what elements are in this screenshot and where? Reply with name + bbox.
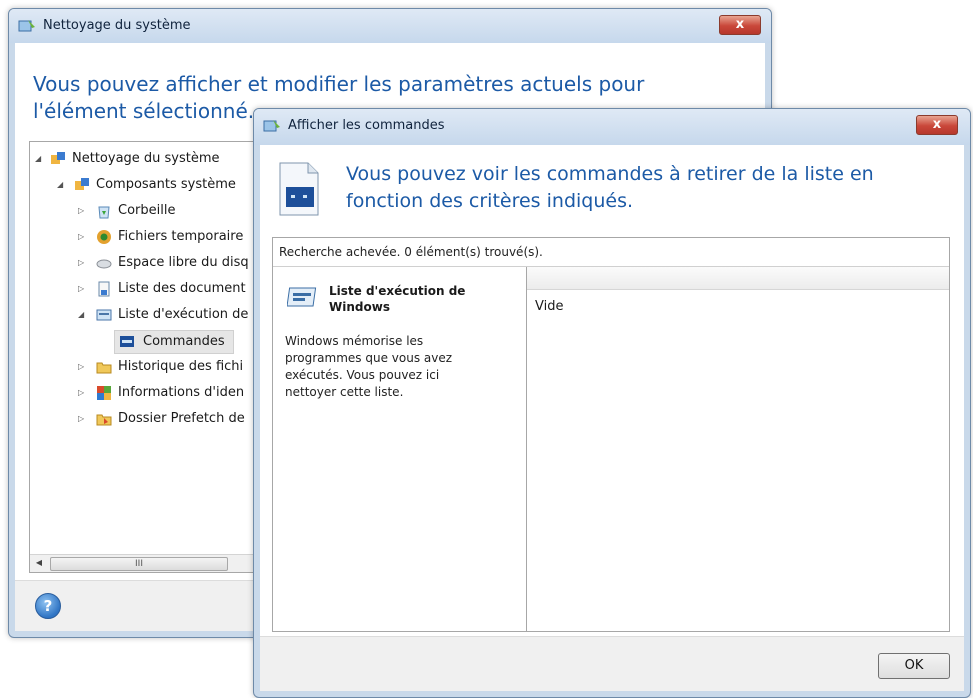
recycle-bin-icon — [98, 206, 110, 219]
window-title: Nettoyage du système — [43, 18, 191, 33]
tree-item-run-list[interactable]: ◢ Liste d'exécution de — [30, 304, 258, 326]
commands-document-icon — [279, 162, 319, 216]
tree-item-label: Historique des fichi — [118, 359, 244, 374]
collapsed-arrow-icon[interactable]: ▷ — [78, 232, 88, 242]
components-icon — [75, 178, 89, 190]
run-list-icon — [287, 287, 317, 307]
collapsed-arrow-icon[interactable]: ▷ — [78, 206, 88, 216]
tree-item-label: Commandes — [143, 334, 225, 349]
close-button[interactable]: x — [719, 15, 761, 35]
section-info-pane: Liste d'exécution de Windows Windows mém… — [273, 267, 525, 631]
tree-item-file-history[interactable]: ▷ Historique des fichi — [30, 356, 258, 378]
cleanup-icon — [51, 152, 65, 164]
tree-item-label: Informations d'iden — [118, 385, 245, 400]
disk-icon — [96, 259, 112, 269]
tree-item-system-cleanup[interactable]: ◢ Nettoyage du système — [30, 148, 258, 170]
identity-icon — [97, 386, 111, 400]
cleanup-icon — [18, 20, 35, 32]
collapsed-arrow-icon[interactable]: ▷ — [78, 362, 88, 372]
expanded-arrow-icon[interactable]: ◢ — [78, 310, 88, 320]
tree-item-label: Espace libre du disq — [118, 255, 249, 270]
run-list-icon — [96, 309, 112, 321]
tree-item-label: Fichiers temporaire — [118, 229, 244, 244]
commands-icon — [120, 336, 134, 347]
results-panel: Recherche achevée. 0 élément(s) trouvé(s… — [272, 237, 950, 632]
tree-item-label: Composants système — [96, 177, 236, 192]
tree-item-label: Liste d'exécution de — [118, 307, 249, 322]
title-bar[interactable]: Afficher les commandes x — [254, 109, 970, 145]
expanded-arrow-icon[interactable]: ◢ — [57, 180, 67, 190]
search-status: Recherche achevée. 0 élément(s) trouvé(s… — [279, 245, 543, 259]
cleanup-icon — [263, 120, 280, 132]
title-bar[interactable]: Nettoyage du système x — [9, 9, 771, 43]
scroll-thumb[interactable]: III — [50, 557, 228, 571]
collapsed-arrow-icon[interactable]: ▷ — [78, 284, 88, 294]
tree-item-documents-list[interactable]: ▷ Liste des document — [30, 278, 258, 300]
section-description: Windows mémorise les programmes que vous… — [285, 334, 453, 399]
dialog-heading: Vous pouvez voir les commandes à retirer… — [346, 163, 874, 212]
tree-item-prefetch-folder[interactable]: ▷ Dossier Prefetch de — [30, 408, 258, 430]
collapsed-arrow-icon[interactable]: ▷ — [78, 414, 88, 424]
tree-item-system-components[interactable]: ◢ Composants système — [30, 174, 258, 196]
list-column-header[interactable] — [527, 267, 949, 290]
tree-item-commands[interactable]: Commandes — [114, 330, 234, 354]
temp-files-icon — [97, 230, 111, 244]
commands-list[interactable]: Vide — [526, 267, 949, 631]
collapsed-arrow-icon[interactable]: ▷ — [78, 388, 88, 398]
settings-tree[interactable]: ◢ Nettoyage du système ◢ Composants syst… — [29, 141, 261, 573]
tree-item-temp-files[interactable]: ▷ Fichiers temporaire — [30, 226, 258, 248]
dialog-title: Afficher les commandes — [288, 118, 445, 133]
expanded-arrow-icon[interactable]: ◢ — [35, 154, 45, 164]
close-button[interactable]: x — [916, 115, 958, 135]
tree-item-label: Liste des document — [118, 281, 246, 296]
collapsed-arrow-icon[interactable]: ▷ — [78, 258, 88, 268]
empty-list-text: Vide — [535, 299, 564, 314]
tree-item-recycle-bin[interactable]: ▷ Corbeille — [30, 200, 258, 222]
tree-item-label: Dossier Prefetch de — [118, 411, 245, 426]
section-title: Liste d'exécution de Windows — [329, 284, 466, 314]
tree-item-disk-free-space[interactable]: ▷ Espace libre du disq — [30, 252, 258, 274]
tree-item-identity-info[interactable]: ▷ Informations d'iden — [30, 382, 258, 404]
show-commands-dialog: Afficher les commandes x Vous pouvez voi… — [253, 108, 971, 698]
tree-item-label: Corbeille — [118, 203, 176, 218]
scroll-left-icon[interactable]: ◀ — [32, 556, 46, 570]
ok-button[interactable]: OK — [878, 653, 950, 679]
dialog-body: Vous pouvez voir les commandes à retirer… — [260, 145, 964, 691]
prefetch-icon — [96, 414, 112, 426]
help-icon[interactable]: ? — [35, 593, 61, 619]
tree-item-label: Nettoyage du système — [72, 151, 220, 166]
documents-icon — [98, 281, 110, 297]
history-icon — [96, 362, 112, 374]
dialog-footer: OK — [260, 636, 964, 691]
horizontal-scrollbar[interactable]: ◀ III — [30, 554, 260, 572]
